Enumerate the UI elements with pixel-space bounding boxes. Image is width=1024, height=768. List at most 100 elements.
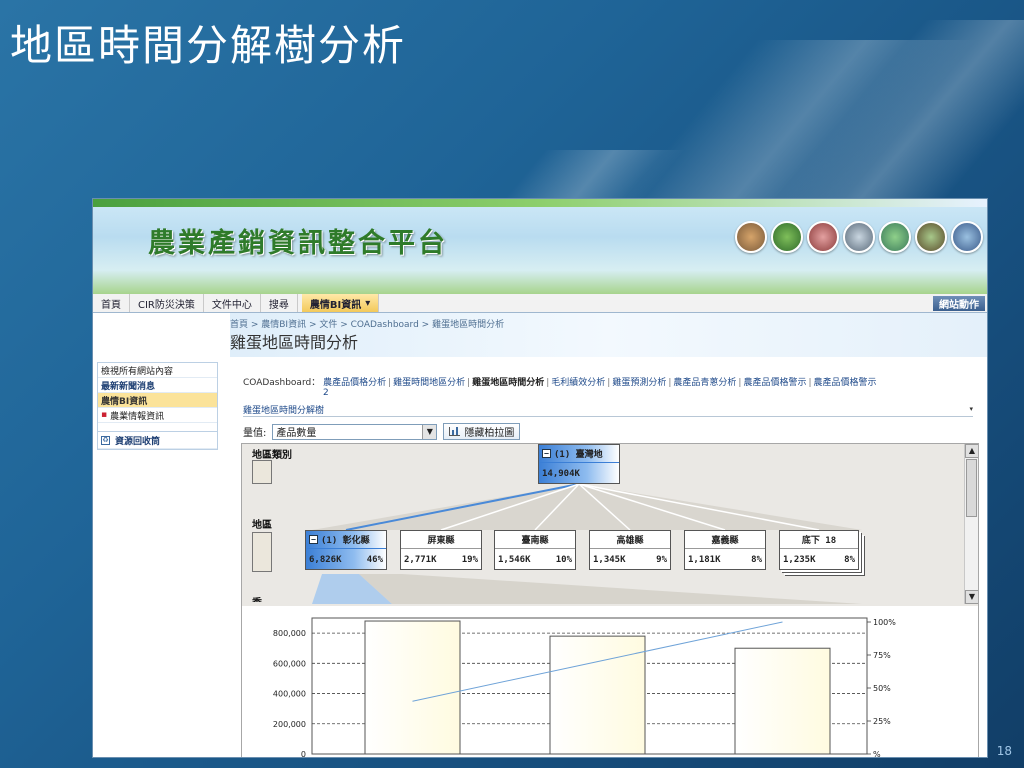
decomposition-tree: 地區類別 地區 季 −(1) 臺灣地 14,904K −(1) 彰化縣 6,82… <box>241 443 979 757</box>
sidebar-item-recycle[interactable]: ♻ 資源回收筒 <box>98 431 217 449</box>
nav-cir[interactable]: CIR防災決策 <box>130 294 204 312</box>
node-percent: 8% <box>751 554 762 565</box>
dashboard-link[interactable]: 雞蛋預測分析 <box>612 378 666 388</box>
node-title: 屏東縣 <box>427 536 455 546</box>
node-percent: 46% <box>366 554 383 565</box>
recycle-label: 資源回收筒 <box>115 436 161 447</box>
y-tick-label: 600,000 <box>273 659 306 668</box>
slide-page-number: 18 <box>996 744 1012 758</box>
node-value: 1,181K <box>688 554 721 565</box>
dashboard-link[interactable]: 雞蛋時間地區分析 <box>393 378 465 388</box>
y-tick-label: 400,000 <box>273 690 306 699</box>
measure-label: 量值: <box>243 428 267 439</box>
scroll-up-icon[interactable]: ▲ <box>965 444 978 458</box>
node-value: 1,235K <box>783 554 816 565</box>
photo-bubble <box>879 221 911 253</box>
tree-webpart-header: 雞蛋地區時間分解樹 ▾ <box>243 403 973 417</box>
node-percent: 19% <box>461 554 478 565</box>
recycle-bin-icon: ♻ <box>101 435 110 445</box>
tree-node[interactable]: 高雄縣 1,345K 9% <box>589 530 671 570</box>
link-separator: | <box>388 378 392 388</box>
bar <box>364 620 461 755</box>
tree-node-others[interactable]: 底下 18 1,235K 8% <box>779 530 859 570</box>
banner-topbar <box>93 199 987 207</box>
site-logo[interactable]: 農業產銷資訊整合平台 <box>148 221 448 260</box>
y2-tick-label: 50% <box>873 684 891 693</box>
nav-bi-tab[interactable]: 農情BI資訊 ▾ <box>301 294 380 312</box>
scroll-thumb[interactable] <box>966 459 977 517</box>
y2-tick-label: 75% <box>873 651 891 660</box>
dashboard-page-number: 2 <box>323 388 329 398</box>
node-title: (1) 彰化縣 <box>321 536 370 546</box>
collapse-icon[interactable]: − <box>309 535 318 544</box>
tree-node[interactable]: 臺南縣 1,546K 10% <box>494 530 576 570</box>
node-title: 臺南縣 <box>521 536 549 546</box>
screenshot-window: 農業產銷資訊整合平台 首頁 CIR防災決策 文件中心 搜尋 農情BI資訊 ▾ 網… <box>92 198 988 758</box>
dashboard-link[interactable]: 農產品價格分析 <box>323 378 386 388</box>
tree-scrollbar[interactable]: ▲ ▼ <box>964 444 978 604</box>
tree-toolbar: 量值: 產品數量 ▼ 隱藏柏拉圖 <box>243 423 521 440</box>
node-value: 14,904K <box>542 468 580 479</box>
site-banner: 農業產銷資訊整合平台 <box>93 199 987 294</box>
hide-pareto-label: 隱藏柏拉圖 <box>464 428 515 439</box>
tree-webpart-title: 雞蛋地區時間分解樹 <box>243 406 325 416</box>
sidebar-item-bi[interactable]: 農情BI資訊 <box>98 393 217 408</box>
bar-chart-icon <box>449 427 461 436</box>
sidebar-item-view-all[interactable]: 檢視所有網站內容 <box>98 363 217 378</box>
node-percent: 8% <box>844 554 855 565</box>
banner-photo-bubbles <box>735 221 983 253</box>
link-separator: | <box>546 378 550 388</box>
measure-select[interactable]: 產品數量 ▼ <box>272 423 438 440</box>
nav-bi-label: 農情BI資訊 <box>309 299 362 311</box>
dashboard-link[interactable]: 農產品青蔥分析 <box>673 378 736 388</box>
photo-bubble <box>915 221 947 253</box>
node-title: 高雄縣 <box>616 536 644 546</box>
tree-node[interactable]: − (1) 彰化縣 6,826K 46% <box>305 530 387 570</box>
dashboard-link[interactable]: 毛利績效分析 <box>551 378 605 388</box>
chevron-down-icon: ▾ <box>365 297 371 309</box>
collapse-icon[interactable]: − <box>542 449 551 458</box>
photo-bubble <box>807 221 839 253</box>
photo-bubble <box>843 221 875 253</box>
link-separator: | <box>738 378 742 388</box>
dashboard-link[interactable]: 農產品價格警示 <box>743 378 806 388</box>
quick-launch: 檢視所有網站內容 最新新聞消息 農情BI資訊 農業情報資訊 ♻ 資源回收筒 <box>97 362 218 450</box>
photo-bubble <box>771 221 803 253</box>
nav-search[interactable]: 搜尋 <box>261 294 298 312</box>
node-title: 嘉義縣 <box>711 536 739 546</box>
tree-node[interactable]: 嘉義縣 1,181K 8% <box>684 530 766 570</box>
node-percent: 10% <box>555 554 572 565</box>
hide-pareto-button[interactable]: 隱藏柏拉圖 <box>443 423 521 440</box>
drill-wedge <box>359 574 862 604</box>
link-separator: | <box>808 378 812 388</box>
photo-bubble <box>951 221 983 253</box>
page-title: 雞蛋地區時間分析 <box>230 333 359 352</box>
tree-node-root[interactable]: − (1) 臺灣地 14,904K <box>538 444 620 484</box>
scroll-down-icon[interactable]: ▼ <box>965 590 978 604</box>
nav-home[interactable]: 首頁 <box>93 294 130 312</box>
sidebar-item-agri-info[interactable]: 農業情報資訊 <box>98 408 217 423</box>
link-separator: | <box>668 378 672 388</box>
dashboard-link-list: 農產品價格分析 | 雞蛋時間地區分析 | 雞蛋地區時間分析 | 毛利績效分析 | 雞蛋預測分析 |… <box>323 378 876 388</box>
chevron-down-icon: ▼ <box>422 424 437 439</box>
sidebar-item-news[interactable]: 最新新聞消息 <box>98 378 217 393</box>
top-nav: 首頁 CIR防災決策 文件中心 搜尋 農情BI資訊 ▾ 網站動作 <box>93 294 987 313</box>
pareto-chart-svg: 0 200,000 400,000 600,000 800,000% 25% 50% 75% 1… <box>273 617 896 757</box>
site-actions-button[interactable]: 網站動作 <box>933 295 985 311</box>
node-value: 6,826K <box>309 554 342 565</box>
node-value: 1,546K <box>498 554 531 565</box>
tree-node[interactable]: 屏東縣 2,771K 19% <box>400 530 482 570</box>
node-percent: 9% <box>656 554 667 565</box>
dashboard-link[interactable]: 農產品價格警示 <box>814 378 877 388</box>
y2-tick-label: 25% <box>873 717 891 726</box>
nav-docs[interactable]: 文件中心 <box>204 294 261 312</box>
bar <box>549 635 646 755</box>
measure-value: 產品數量 <box>276 428 317 439</box>
y2-tick-label: 100% <box>873 618 896 627</box>
y-tick-label: 200,000 <box>273 720 306 729</box>
webpart-menu-arrow[interactable]: ▾ <box>969 405 973 413</box>
bar <box>734 647 831 755</box>
node-title: (1) 臺灣地 <box>554 450 603 460</box>
dashboard-link[interactable]: 雞蛋地區時間分析 <box>472 378 544 388</box>
dashboard-links: COADashboard： 農產品價格分析 | 雞蛋時間地區分析 | 雞蛋地區時間分析 |… <box>243 375 987 388</box>
